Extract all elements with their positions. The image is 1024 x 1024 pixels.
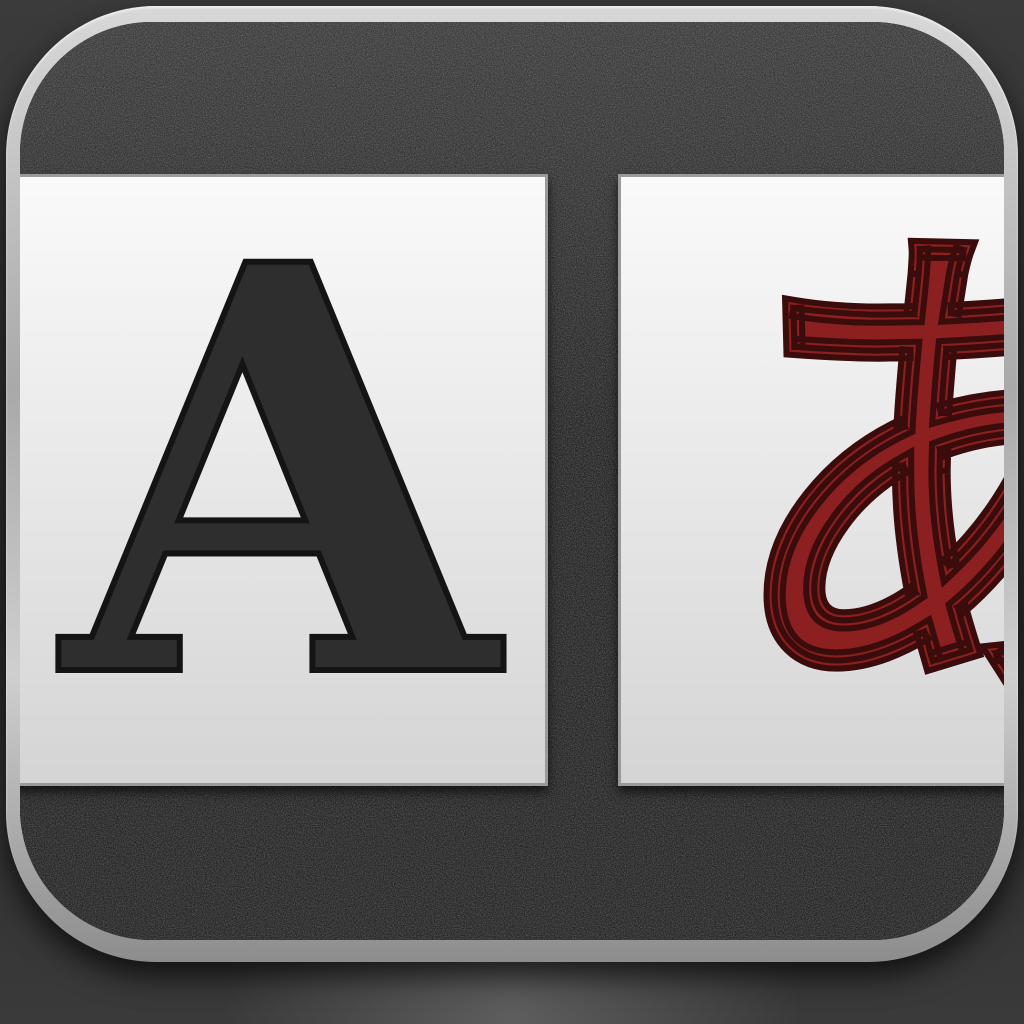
app-icon: A あ: [0, 0, 1024, 1024]
latin-card: A: [20, 174, 548, 786]
hiragana-glyph: あ: [715, 179, 1004, 785]
japanese-card: あ: [618, 174, 1004, 786]
icon-face: A あ: [20, 22, 1004, 940]
latin-letter-glyph: A: [60, 174, 501, 786]
